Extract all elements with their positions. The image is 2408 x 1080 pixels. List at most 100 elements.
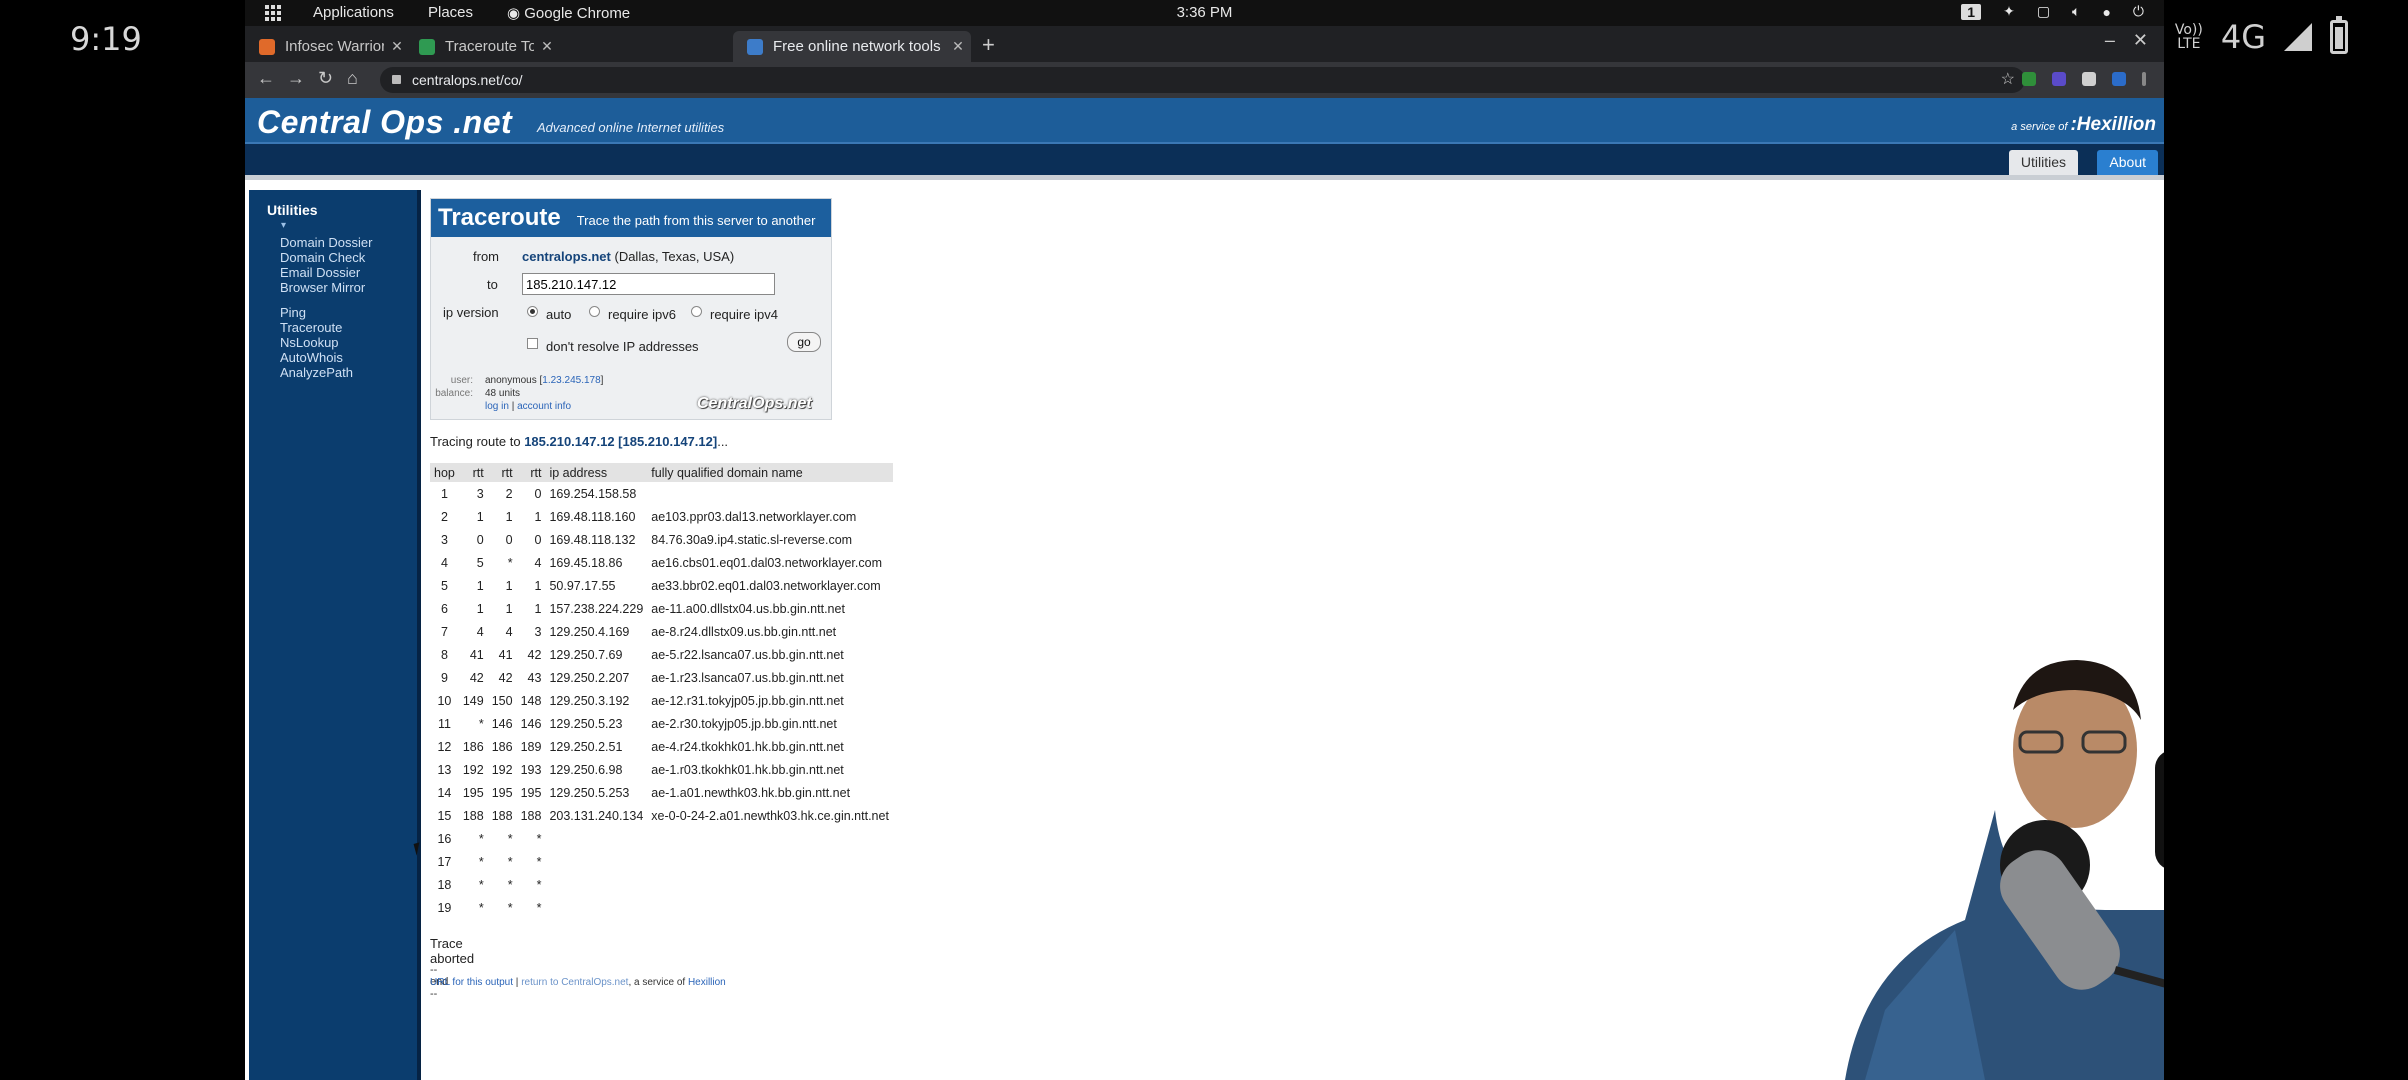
tab-traceroute-tool[interactable]: Traceroute Tool - ViewDN ✕ — [405, 31, 560, 62]
sidebar-item-browser-mirror[interactable]: Browser Mirror — [280, 280, 365, 295]
sidebar-item-analyzepath[interactable]: AnalyzePath — [280, 365, 353, 380]
table-row: 9 42 42 43 129.250.2.207 ae-1.r23.lsanca07.us… — [430, 666, 893, 689]
tab-infosec-warrior[interactable]: Infosec Warrior | Vulnerab ✕ — [245, 31, 410, 62]
reload-icon[interactable]: ↻ — [318, 68, 333, 89]
bookmark-star-icon[interactable]: ☆ — [2001, 67, 2015, 93]
rtt-3-cell: 1 — [534, 578, 542, 593]
workspace-indicator[interactable]: 1 — [1961, 3, 1982, 20]
fqdn-cell: ae103.ppr03.dal13.networklayer.com — [651, 509, 857, 524]
fqdn-cell — [647, 482, 893, 505]
output-url-link[interactable]: URL for this output — [430, 977, 513, 988]
user-value: anonymous [1.23.245.178] — [485, 375, 604, 386]
return-link[interactable]: return to CentralOps.net — [521, 977, 628, 988]
rtt-1-cell: 188 — [462, 808, 484, 823]
phone-screen: 9:19 🎧︎ Vo))LTE 4G Applications Places ◉… — [0, 0, 2408, 1080]
puzzle-icon[interactable]: ✦ — [2003, 3, 2015, 20]
page-title: Traceroute — [438, 204, 561, 231]
sidebar-item-domain-dossier[interactable]: Domain Dossier — [280, 235, 372, 250]
browser-tab-strip: Infosec Warrior | Vulnerab ✕ Traceroute … — [245, 26, 2164, 62]
minimize-icon[interactable]: – — [2105, 30, 2115, 51]
hop-number-cell: 10 — [437, 693, 452, 708]
phone-clock: 9:19 — [70, 20, 142, 58]
rtt-1-cell: 1 — [476, 509, 484, 524]
rtt-2-cell: 1 — [505, 509, 513, 524]
utilities-sidebar: Utilities ▾ Domain Dossier Domain Check … — [249, 190, 421, 1080]
close-icon[interactable]: ✕ — [945, 38, 971, 55]
sidebar-item-nslookup[interactable]: NsLookup — [280, 335, 339, 350]
sidebar-item-domain-check[interactable]: Domain Check — [280, 250, 365, 265]
power-icon[interactable]: ⏻ — [2133, 3, 2144, 20]
tab-utilities[interactable]: Utilities — [2008, 150, 2078, 175]
no-resolve-checkbox[interactable] — [527, 338, 538, 349]
rtt-3-cell: 146 — [520, 716, 542, 731]
fqdn-cell: ae33.bbr02.eq01.dal03.networklayer.com — [651, 578, 881, 593]
sidebar-item-ping[interactable]: Ping — [280, 305, 306, 320]
address-bar[interactable]: centralops.net/co/ ☆ — [380, 67, 2025, 93]
fqdn-cell — [647, 873, 893, 896]
fqdn-cell: xe-0-0-24-2.a01.newthk03.hk.ce.gin.ntt.n… — [651, 808, 889, 823]
menu-icon[interactable] — [2142, 72, 2146, 86]
user-ip-link[interactable]: 1.23.245.178 — [542, 375, 600, 386]
account-links: log in | account info — [485, 401, 572, 412]
ip-address-cell: 157.238.224.229 — [549, 601, 644, 616]
rtt-3-cell: * — [536, 900, 542, 915]
desktop-clock[interactable]: 3:36 PM — [245, 4, 2164, 21]
rtt-3-cell: * — [536, 854, 542, 869]
account-info-link[interactable]: account info — [517, 401, 571, 412]
footer-links: URL for this output | return to CentralO… — [430, 977, 726, 988]
extension-icon[interactable] — [2082, 72, 2096, 86]
radio-ipv6[interactable] — [589, 306, 600, 317]
login-link[interactable]: log in — [485, 401, 509, 412]
radio-auto[interactable] — [527, 306, 538, 317]
desktop-top-bar: Applications Places ◉ Google Chrome 3:36… — [245, 0, 2164, 26]
rtt-2-cell: 186 — [491, 739, 513, 754]
tab-free-online-network-tools[interactable]: Free online network tools ✕ — [733, 31, 971, 62]
volte-indicator: Vo)) LTE — [2174, 22, 2203, 52]
rtt-2-cell: 150 — [491, 693, 513, 708]
forward-icon[interactable]: → — [287, 68, 305, 89]
radio-ipv4[interactable] — [691, 306, 702, 317]
hop-number-cell: 18 — [437, 877, 452, 892]
ip-address-cell: 169.45.18.86 — [549, 555, 623, 570]
rtt-3-cell: * — [536, 877, 542, 892]
microphone-icon[interactable]: ● — [2102, 4, 2110, 20]
home-icon[interactable]: ⌂ — [347, 68, 358, 89]
user-label: user: — [450, 375, 473, 386]
volume-icon[interactable]: 🔈︎ — [2072, 3, 2080, 20]
extension-icon[interactable] — [2022, 72, 2036, 86]
extension-icon[interactable] — [2052, 72, 2066, 86]
table-row: 8 41 41 42 129.250.7.69 ae-5.r22.lsanca07.us.… — [430, 643, 893, 666]
go-button[interactable]: go — [787, 332, 821, 352]
col-rtt-2: rtt — [487, 463, 517, 482]
sidebar-item-traceroute[interactable]: Traceroute — [280, 320, 342, 335]
table-row: 6 1 1 1 157.238.224.229 ae-11.a00.dllstx04.us… — [430, 597, 893, 620]
rtt-1-cell: 192 — [462, 762, 484, 777]
ip-address-cell: 169.48.118.160 — [549, 509, 636, 524]
tab-about[interactable]: About — [2097, 150, 2158, 175]
close-window-icon[interactable]: ✕ — [2133, 30, 2148, 51]
rtt-3-cell: 148 — [520, 693, 542, 708]
close-icon[interactable]: ✕ — [534, 38, 560, 55]
hexillion-link[interactable]: Hexillion — [688, 977, 726, 988]
sidebar-item-email-dossier[interactable]: Email Dossier — [280, 265, 360, 280]
system-tray: 1 ✦ ▢ 🔈︎ ● ⏻ — [1961, 3, 2144, 20]
hop-number-cell: 6 — [440, 601, 448, 616]
fqdn-cell — [647, 827, 893, 850]
extension-icon[interactable] — [2112, 72, 2126, 86]
rtt-3-cell: 4 — [534, 555, 542, 570]
fqdn-cell — [647, 896, 893, 919]
table-row: 5 1 1 1 50.97.17.55 ae33.bbr02.eq01.dal03.net… — [430, 574, 893, 597]
site-logo[interactable]: Central Ops .net — [257, 104, 512, 141]
sidebar-item-autowhois[interactable]: AutoWhois — [280, 350, 343, 365]
new-tab-button[interactable]: + — [982, 32, 995, 58]
service-credit[interactable]: a service of :Hexillion — [2011, 114, 2156, 136]
table-row: 16 * * * — [430, 827, 893, 850]
display-icon[interactable]: ▢ — [2037, 3, 2050, 20]
rtt-3-cell: 189 — [520, 739, 542, 754]
ip-address-cell: 129.250.2.207 — [549, 670, 630, 685]
back-icon[interactable]: ← — [257, 68, 275, 89]
destination-input[interactable] — [522, 273, 775, 295]
col-rtt-3: rtt — [516, 463, 546, 482]
rtt-1-cell: 4 — [476, 624, 484, 639]
rtt-2-cell: 146 — [491, 716, 513, 731]
